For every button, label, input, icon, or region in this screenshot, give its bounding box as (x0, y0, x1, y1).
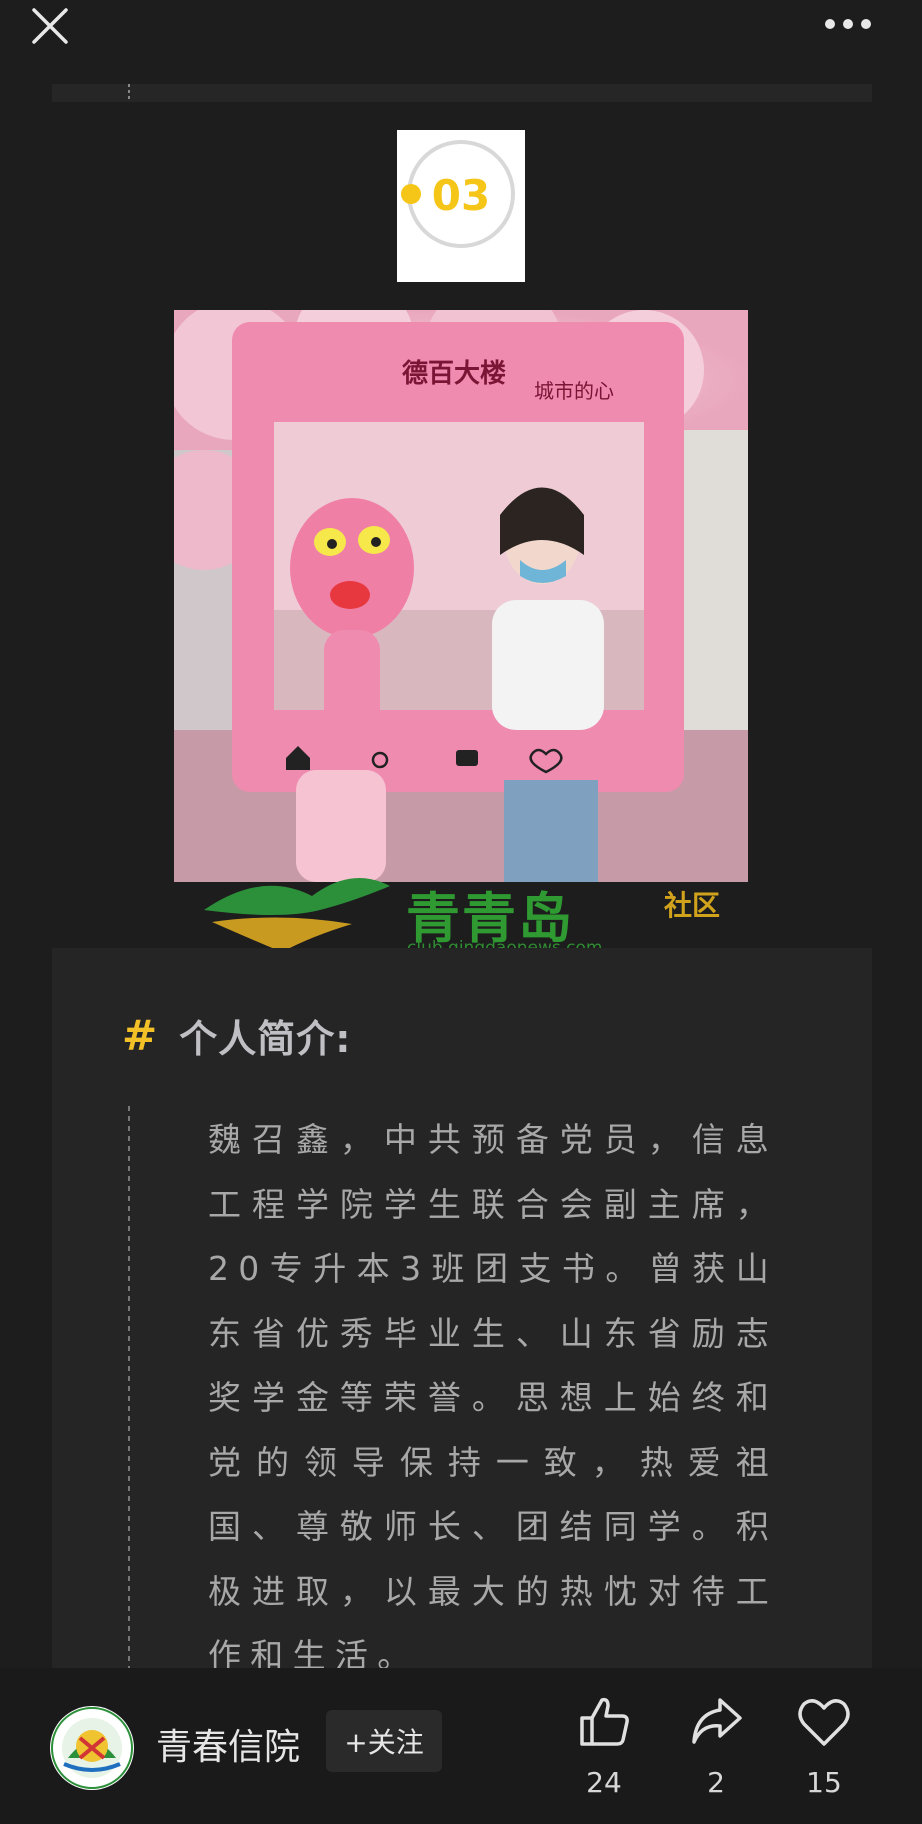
favorite-count: 15 (806, 1766, 842, 1799)
hash-icon: # (122, 1010, 158, 1060)
thumbs-up-icon (580, 1697, 629, 1746)
profile-photo[interactable]: 德百大楼 城市的心 (174, 310, 748, 882)
intro-card: # 个人简介: 魏召鑫，中共预备党员，信息工程学院学生联合会副主席，20专升本3… (52, 948, 872, 1668)
section-number-badge: 03 (397, 130, 525, 282)
intro-heading-text: 个人简介: (179, 1016, 352, 1061)
close-icon (32, 8, 68, 44)
follow-button[interactable]: +关注 (326, 1710, 442, 1772)
more-horizontal-icon (825, 19, 871, 29)
close-button[interactable] (28, 4, 72, 48)
school-logo-icon (51, 1707, 133, 1789)
account-avatar[interactable] (50, 1706, 134, 1790)
frame-slogan: 城市的心 (534, 379, 614, 403)
bottom-action-bar: 青春信院 +关注 24 2 15 (0, 1668, 922, 1824)
more-button[interactable] (818, 4, 878, 44)
divider-dash (128, 84, 130, 102)
badge-number: 03 (432, 171, 490, 220)
share-button[interactable]: 2 (676, 1692, 756, 1802)
account-name[interactable]: 青春信院 (156, 1718, 300, 1770)
number-ring-graphic: 03 (401, 140, 515, 248)
top-bar (0, 0, 922, 60)
section-divider (52, 84, 872, 102)
quote-line (128, 1106, 130, 1668)
frame-brand: 德百大楼 (402, 359, 506, 389)
watermark-club: 社区 (664, 889, 721, 922)
article-page: 03 德百大楼 城市的心 青青岛 社区 # 个人简介: 魏召鑫，中共预备党员，信… (0, 0, 922, 1824)
intro-body-text: 魏召鑫，中共预备党员，信息工程学院学生联合会副主席，20专升本3班团支书。曾获山… (208, 1120, 778, 1668)
like-count: 24 (586, 1766, 622, 1799)
intro-heading: # 个人简介: (122, 1010, 352, 1061)
heart-icon (798, 1699, 850, 1746)
watermark-logo-icon (204, 878, 390, 952)
share-arrow-icon (692, 1698, 742, 1744)
favorite-button[interactable]: 15 (784, 1692, 864, 1802)
like-button[interactable]: 24 (564, 1692, 644, 1802)
badge-dot (401, 184, 421, 204)
share-count: 2 (707, 1766, 725, 1799)
